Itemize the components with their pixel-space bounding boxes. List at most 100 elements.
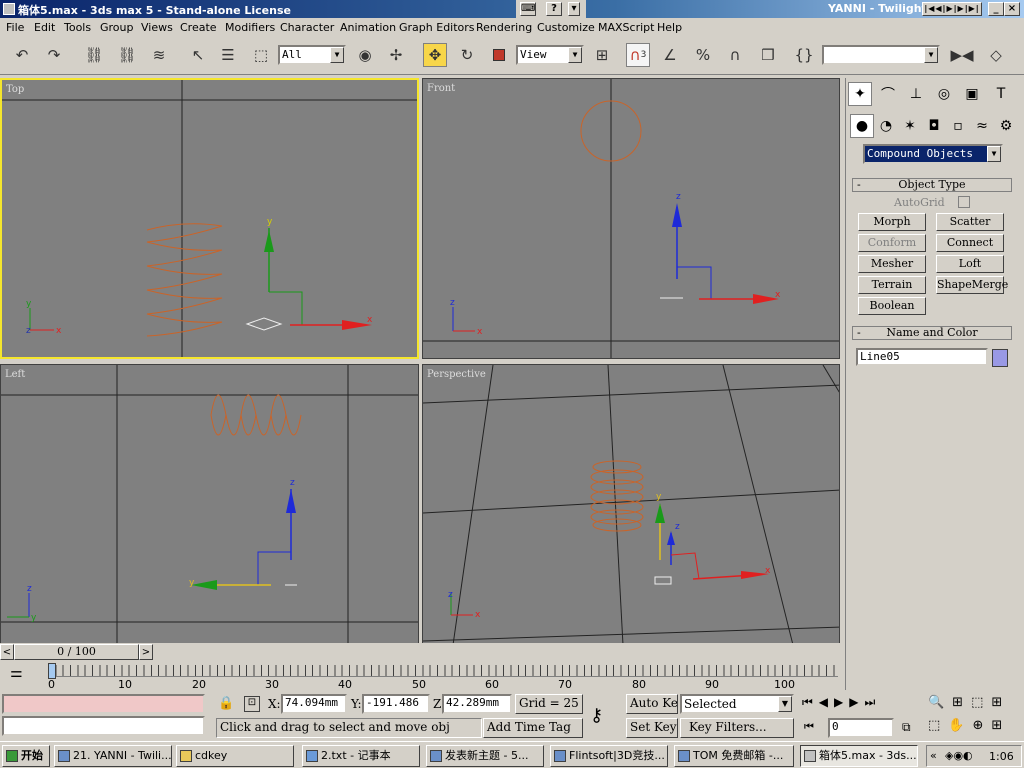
object-type-rollout[interactable]: - Object Type [852, 178, 1012, 192]
morph-button[interactable]: Morph [858, 213, 926, 231]
set-key-button[interactable]: Set Key [626, 718, 678, 738]
help-icon[interactable]: ? [546, 2, 562, 16]
pivot-center-icon[interactable]: ⊞ [590, 43, 614, 67]
redo-icon[interactable]: ↷ [42, 43, 66, 67]
utilities-tab-icon[interactable]: T [989, 82, 1013, 106]
cameras-icon[interactable]: ◘ [922, 114, 946, 138]
geometry-icon[interactable]: ● [850, 114, 874, 138]
select-and-manipulate-icon[interactable]: ◉ [353, 43, 377, 67]
named-selection-sets-icon[interactable]: {} [792, 43, 816, 67]
edit-named-selection-icon[interactable]: ❒ [756, 43, 780, 67]
media-controls[interactable]: |◀◀|▶|▶|▶| [922, 2, 982, 16]
menu-create[interactable]: Create [180, 21, 217, 34]
task-3dsmax[interactable]: 箱体5.max - 3ds... [800, 745, 918, 767]
key-mode-toggle-icon[interactable]: ⏮ [804, 720, 814, 734]
time-config-icon[interactable]: ⧉ [902, 720, 911, 735]
scatter-button[interactable]: Scatter [936, 213, 1004, 231]
autogrid-checkbox[interactable] [958, 196, 970, 208]
modify-tab-icon[interactable]: ⌒ [876, 82, 900, 106]
task-yanni[interactable]: 21. YANNI - Twili... [54, 745, 172, 767]
menu-maxscript[interactable]: MAXScript [598, 21, 654, 34]
absolute-mode-icon[interactable]: ⊡ [244, 696, 260, 712]
mirror-icon[interactable]: ▶◀ [950, 43, 974, 67]
category-dropdown[interactable]: Compound Objects ▼ [863, 144, 1003, 164]
menu-customize[interactable]: Customize [537, 21, 595, 34]
named-selection-dropdown[interactable]: ▼ [822, 45, 940, 65]
track-current-frame-marker[interactable] [48, 663, 56, 679]
loft-button[interactable]: Loft [936, 255, 1004, 273]
tray-expand-icon[interactable]: « [930, 749, 937, 762]
hierarchy-tab-icon[interactable]: ⊥ [904, 82, 928, 106]
shapes-icon[interactable]: ◔ [874, 114, 898, 138]
task-flintsoft[interactable]: Flintsoft|3D竞技... [550, 745, 668, 767]
viewport-front[interactable]: Front z x z x [422, 78, 840, 359]
menu-animation[interactable]: Animation [340, 21, 396, 34]
z-coordinate-input[interactable]: 42.289mm [442, 694, 512, 714]
menu-edit[interactable]: Edit [34, 21, 55, 34]
name-color-rollout[interactable]: - Name and Color [852, 326, 1012, 340]
systems-icon[interactable]: ⚙ [994, 114, 1018, 138]
shapemerge-button[interactable]: ShapeMerge [936, 276, 1008, 294]
key-icon[interactable]: ⚷ [590, 705, 603, 726]
select-by-name-icon[interactable]: ☰ [216, 43, 240, 67]
mini-curve-editor-icon[interactable]: ⚌ [10, 665, 34, 685]
add-time-tag-button[interactable]: Add Time Tag [483, 718, 583, 738]
select-and-rotate-icon[interactable]: ↻ [455, 43, 479, 67]
menu-character[interactable]: Character [280, 21, 334, 34]
select-and-scale-icon[interactable] [487, 43, 511, 67]
key-filters-button[interactable]: Key Filters... [680, 718, 794, 738]
tray-icons[interactable]: ◈◉◐ [945, 749, 973, 762]
maxscript-listener-white[interactable] [2, 716, 205, 736]
menu-rendering[interactable]: Rendering [476, 21, 532, 34]
app-icon[interactable] [3, 3, 15, 15]
menu-group[interactable]: Group [100, 21, 134, 34]
object-color-swatch[interactable] [992, 349, 1008, 367]
auto-key-button[interactable]: Auto Key [626, 694, 678, 714]
menu-tools[interactable]: Tools [64, 21, 91, 34]
viewport-nav-controls-top[interactable]: 🔍⊞⬚⊞ [928, 695, 1010, 710]
terrain-button[interactable]: Terrain [858, 276, 926, 294]
viewport-top[interactable]: Top y x y x z [0, 78, 419, 359]
reference-coordinate-dropdown[interactable]: View ▼ [516, 45, 584, 65]
menu-graph-editors[interactable]: Graph Editors [399, 21, 475, 34]
space-warps-icon[interactable]: ≈ [970, 114, 994, 138]
align-icon[interactable]: ◇ [984, 43, 1008, 67]
task-cdkey[interactable]: cdkey [176, 745, 294, 767]
mesher-button[interactable]: Mesher [858, 255, 926, 273]
percent-snap-icon[interactable]: % [691, 43, 715, 67]
time-next-icon[interactable]: > [139, 644, 153, 660]
motion-tab-icon[interactable]: ◎ [932, 82, 956, 106]
keyboard-icon[interactable]: ⌨ [520, 2, 536, 16]
task-tom-mail[interactable]: TOM 免费邮箱 -... [674, 745, 794, 767]
undo-icon[interactable]: ↶ [10, 43, 34, 67]
object-name-input[interactable]: Line05 [856, 348, 988, 366]
time-prev-icon[interactable]: < [0, 644, 14, 660]
select-and-link-icon[interactable]: ⛓ [82, 43, 106, 67]
task-forum[interactable]: 发表新主题 - 5... [426, 745, 544, 767]
maxscript-listener-pink[interactable] [2, 694, 205, 714]
conform-button[interactable]: Conform [858, 234, 926, 252]
chevron-down-icon[interactable]: ▾ [568, 2, 580, 16]
close-button[interactable]: × [1004, 2, 1020, 16]
menu-help[interactable]: Help [657, 21, 682, 34]
x-coordinate-input[interactable]: 74.094mm [281, 694, 347, 714]
playback-controls[interactable]: ⏮◀▶▶⏭ [802, 695, 881, 710]
select-and-move-icon[interactable]: ✥ [423, 43, 447, 67]
helpers-icon[interactable]: ▫ [946, 114, 970, 138]
boolean-button[interactable]: Boolean [858, 297, 926, 315]
rectangular-selection-icon[interactable]: ⬚ [249, 43, 273, 67]
menu-views[interactable]: Views [141, 21, 173, 34]
select-and-manipulate-2-icon[interactable]: ✢ [384, 43, 408, 67]
menu-modifiers[interactable]: Modifiers [225, 21, 275, 34]
spinner-snap-icon[interactable]: ∩ [723, 43, 747, 67]
lock-selection-icon[interactable]: 🔒 [218, 696, 234, 711]
snap-toggle-icon[interactable]: ∩ 3 [626, 43, 650, 67]
unlink-icon[interactable]: ⛓ [115, 43, 139, 67]
y-coordinate-input[interactable]: -191.486 [362, 694, 430, 714]
menu-file[interactable]: File [6, 21, 24, 34]
select-object-icon[interactable]: ↖ [186, 43, 210, 67]
track-bar[interactable]: ⚌ 0 10 20 30 40 50 60 70 80 90 100 [0, 661, 845, 691]
viewport-left[interactable]: Left z y z y [0, 364, 419, 644]
track-ruler[interactable] [48, 665, 838, 677]
start-button[interactable]: 开始 [2, 745, 50, 767]
